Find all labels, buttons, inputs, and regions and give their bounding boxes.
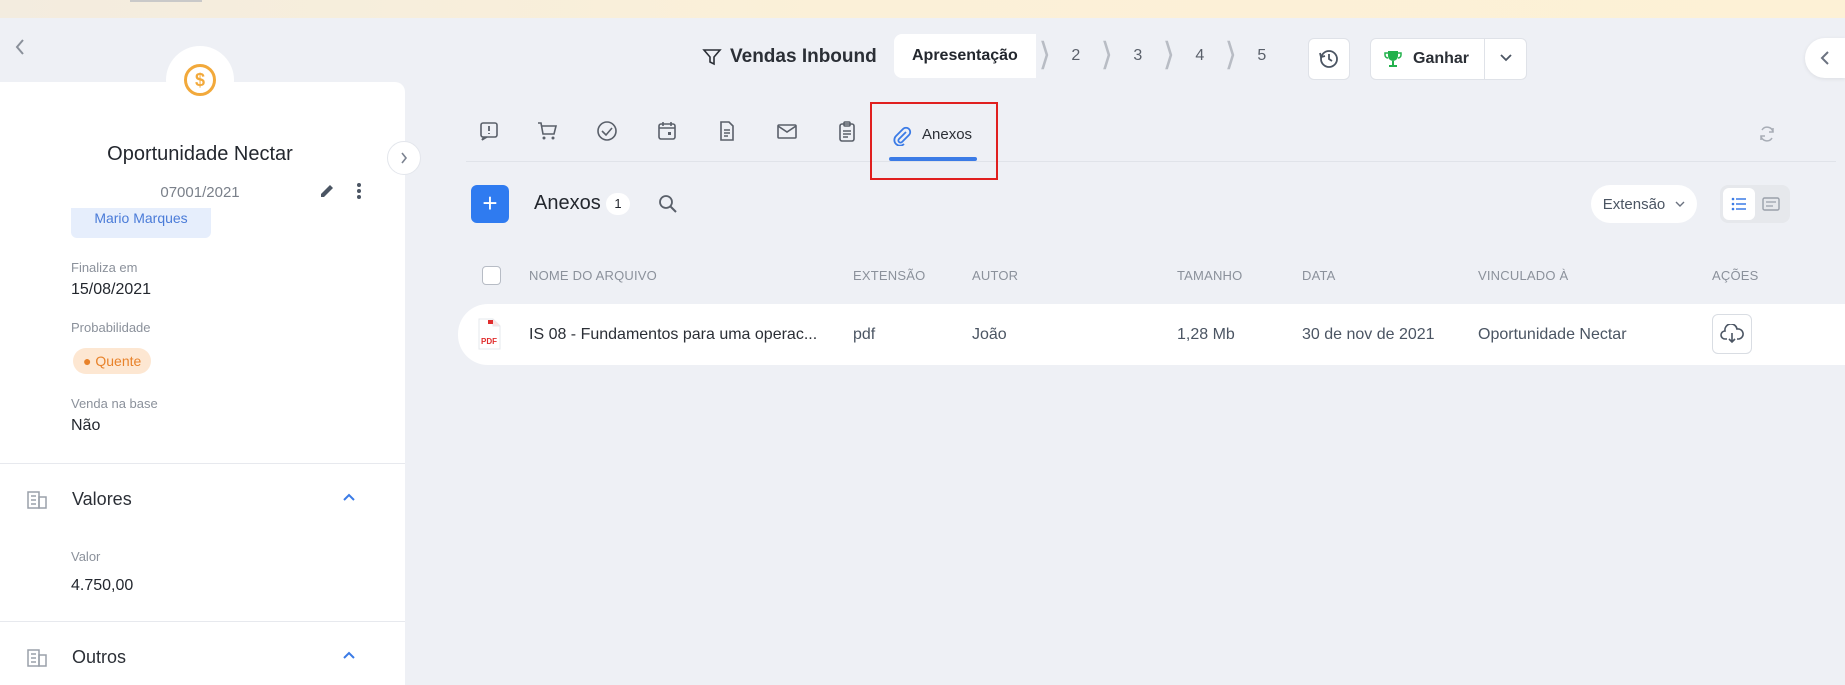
deal-code: 07001/2021 (160, 184, 240, 201)
attachments-title: Anexos (534, 192, 601, 214)
chevron-up-icon[interactable] (342, 644, 356, 665)
probability-value: Quente (95, 353, 142, 369)
chevron-right-icon (401, 152, 408, 164)
stage-5[interactable]: 5 (1240, 47, 1284, 65)
win-button[interactable]: Ganhar (1371, 39, 1485, 79)
add-attachment-button[interactable]: + (471, 185, 509, 223)
col-acoes: Ações (1712, 268, 1759, 283)
col-extensao[interactable]: Extensão (853, 268, 925, 283)
win-label: Ganhar (1413, 50, 1470, 67)
probabilidade-label: Probabilidade (71, 320, 151, 335)
funnel-icon (702, 49, 722, 66)
section-divider (0, 463, 405, 464)
list-view-button[interactable] (1723, 188, 1755, 220)
chevron-down-icon (1675, 201, 1685, 207)
pdf-badge: PDF (481, 337, 497, 346)
mail-icon[interactable] (774, 118, 800, 144)
extension-filter-select[interactable]: Extensão (1591, 185, 1697, 223)
col-data[interactable]: Data (1302, 268, 1336, 283)
section-divider (0, 621, 405, 622)
valor-label: Valor (71, 549, 101, 564)
back-button[interactable] (6, 36, 34, 64)
view-mode-toggle (1720, 185, 1790, 223)
outros-title: Outros (72, 647, 127, 667)
valores-section-header[interactable]: Valores (0, 480, 405, 520)
dollar-icon: $ (184, 64, 216, 96)
extension-filter-label: Extensão (1602, 195, 1666, 213)
stage-separator: ⟩ (1100, 36, 1114, 72)
chevron-left-icon (1820, 51, 1829, 65)
col-autor[interactable]: Autor (972, 268, 1018, 283)
pipeline-name: Vendas Inbound (730, 46, 877, 67)
outros-section-header[interactable]: Outros (0, 638, 405, 678)
top-tab-mark (130, 0, 202, 2)
stage-2[interactable]: 2 (1054, 47, 1098, 65)
right-panel-toggle[interactable] (1805, 38, 1845, 78)
pipeline-selector[interactable]: Vendas Inbound (702, 46, 877, 68)
fire-icon: ● (83, 353, 92, 369)
venda-base-value: Não (71, 417, 101, 434)
search-icon[interactable] (657, 193, 679, 215)
collapse-sidebar-button[interactable] (387, 141, 421, 175)
venda-base-label: Venda na base (71, 396, 158, 411)
card-view-button[interactable] (1755, 188, 1787, 220)
chevron-left-icon (15, 39, 24, 55)
file-date: 30 de nov de 2021 (1302, 326, 1435, 343)
deal-title: Oportunidade Nectar (107, 143, 293, 165)
stage-separator: ⟩ (1162, 36, 1176, 72)
finaliza-value: 15/08/2021 (71, 281, 152, 298)
attachments-count: 1 (606, 193, 630, 215)
clipboard-icon[interactable] (834, 118, 860, 144)
file-size: 1,28 Mb (1177, 326, 1235, 343)
valores-title: Valores (72, 489, 132, 509)
col-vinculado[interactable]: Vinculado à (1478, 268, 1568, 283)
stage-separator: ⟩ (1038, 36, 1052, 72)
cart-icon[interactable] (534, 118, 560, 144)
stage-3[interactable]: 3 (1116, 47, 1160, 65)
valor-value: 4.750,00 (71, 577, 134, 594)
plus-icon: + (482, 188, 498, 218)
chevron-up-icon[interactable] (342, 486, 356, 507)
win-button-group: Ganhar (1370, 38, 1527, 80)
check-circle-icon[interactable] (594, 118, 620, 144)
select-all-checkbox[interactable] (482, 266, 501, 285)
probability-badge: ● Quente (73, 348, 152, 374)
refresh-icon[interactable] (1758, 125, 1776, 148)
col-tamanho[interactable]: Tamanho (1177, 268, 1242, 283)
alert-note-icon[interactable] (476, 118, 502, 144)
building-icon (26, 646, 48, 668)
chevron-down-icon (1499, 54, 1512, 62)
top-banner-strip (0, 0, 1845, 18)
calendar-icon[interactable] (654, 118, 680, 144)
cloud-download-icon (1720, 324, 1744, 344)
file-name[interactable]: IS 08 - Fundamentos para uma operac... (529, 326, 817, 344)
card-icon (1762, 197, 1780, 211)
deal-sidebar-card (0, 82, 405, 685)
list-icon (1731, 197, 1746, 211)
finaliza-label: Finaliza em (71, 260, 138, 275)
pdf-file-icon: PDF (476, 318, 502, 350)
history-button[interactable] (1308, 38, 1350, 80)
history-icon (1319, 50, 1338, 68)
stage-bar: Apresentação ⟩ 2 ⟩ 3 ⟩ 4 ⟩ 5 (894, 34, 1284, 78)
trophy-icon (1384, 51, 1402, 67)
owner-chip[interactable]: Mario Marques (71, 208, 211, 238)
deal-avatar: $ (166, 46, 234, 114)
building-icon (26, 488, 48, 510)
stage-4[interactable]: 4 (1178, 47, 1222, 65)
stage-current[interactable]: Apresentação (894, 34, 1036, 78)
file-linked-to[interactable]: Oportunidade Nectar (1478, 326, 1627, 344)
detail-tabs: Anexos (466, 106, 1836, 162)
document-icon[interactable] (714, 118, 740, 144)
col-nome[interactable]: Nome do arquivo (529, 268, 657, 283)
stage-separator: ⟩ (1224, 36, 1238, 72)
file-author: João (972, 326, 1007, 343)
download-button[interactable] (1712, 314, 1752, 354)
file-extension: pdf (853, 326, 876, 343)
highlight-annotation-box (870, 102, 998, 180)
win-dropdown-button[interactable] (1485, 50, 1526, 68)
